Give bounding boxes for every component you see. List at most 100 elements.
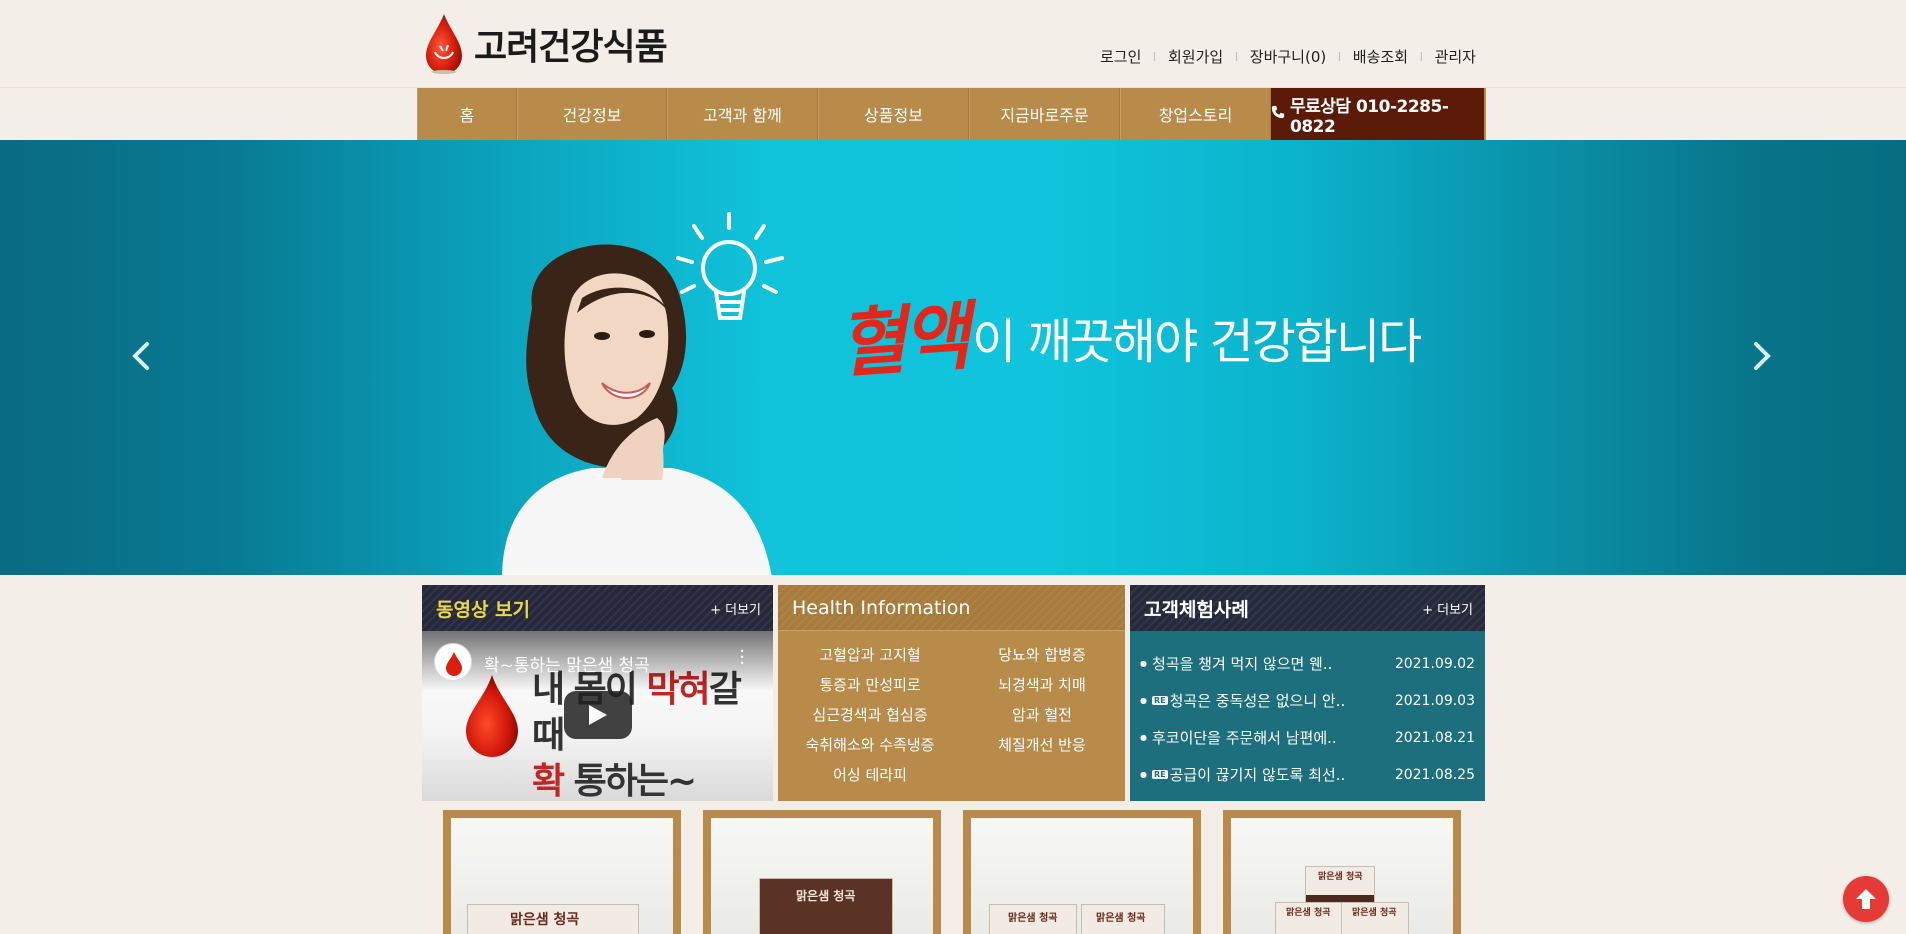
product-box: 맑은샘 청곡 <box>1341 902 1409 934</box>
review-date: 2021.09.03 <box>1394 692 1475 709</box>
product-label: 맑은샘 청곡 <box>1008 913 1058 924</box>
product-label: 맑은샘 청곡 <box>510 912 580 928</box>
hero-tagline: 이 깨끗해야 건강합니다 <box>972 314 1422 370</box>
health-topic-link[interactable]: 어싱 테라피 <box>778 764 962 785</box>
more-options-icon[interactable]: · · · <box>739 643 745 673</box>
play-button[interactable] <box>564 691 632 739</box>
video-more-link[interactable]: + 더보기 <box>710 599 761 618</box>
health-topic-link[interactable]: 통증과 만성피로 <box>778 674 962 695</box>
product-card[interactable]: 맑은샘 청곡 <box>443 810 681 934</box>
hero-headline: 혈액 이 깨끗해야 건강합니다 <box>835 294 1422 389</box>
main-nav: 홈 건강정보 고객과 함께 상품정보 지금바로주문 창업스토리 무료상담 010… <box>417 88 1486 140</box>
product-card[interactable]: 맑은샘 청곡 맑은샘 청곡 <box>963 810 1201 934</box>
product-image: 맑은샘 청곡 <box>711 818 933 934</box>
caption-text: 통하는~ <box>563 761 698 801</box>
health-panel-header: Health Information <box>778 585 1125 631</box>
slider-prev-button[interactable] <box>126 336 156 376</box>
review-title: 청곡을 챙겨 먹지 않으면 웬.. <box>1151 655 1333 673</box>
review-date: 2021.09.02 <box>1394 655 1475 672</box>
site-title: 고려건강식품 <box>474 27 668 68</box>
product-image: 맑은샘 청곡 맑은샘 청곡 <box>971 818 1193 934</box>
health-topic-link[interactable]: 체질개선 반응 <box>962 734 1122 755</box>
nav-item-with-customers[interactable]: 고객과 함께 <box>667 88 818 140</box>
review-panel-title: 고객체험사례 <box>1144 598 1249 621</box>
health-panel-title: Health Information <box>792 596 971 619</box>
bullet-icon: ● <box>1140 659 1147 668</box>
utility-links: 로그인 | 회원가입 | 장바구니(0) | 배송조회 | 관리자 <box>1100 46 1476 67</box>
lightbulb-icon <box>664 206 794 350</box>
video-panel: 동영상 보기 + 더보기 내 몸이 막혀갈 때 확 통하는~ 확~통하는 맑은샘… <box>422 585 773 801</box>
cart-link[interactable]: 장바구니(0) <box>1250 46 1326 67</box>
slider-next-button[interactable] <box>1747 336 1777 376</box>
phone-icon <box>1271 104 1285 124</box>
product-box: 맑은샘 청곡 <box>467 904 639 934</box>
product-box: 맑은샘 청곡 <box>989 904 1077 934</box>
video-player[interactable]: 내 몸이 막혀갈 때 확 통하는~ 확~통하는 맑은샘 청곡 ··· <box>422 631 773 801</box>
product-label: 맑은샘 청곡 <box>1318 872 1363 882</box>
blood-drop-logo-icon <box>422 12 466 76</box>
review-panel-header: 고객체험사례 + 더보기 <box>1130 585 1485 631</box>
admin-link[interactable]: 관리자 <box>1435 46 1476 67</box>
nav-item-founding-story[interactable]: 창업스토리 <box>1120 88 1271 140</box>
product-card[interactable]: 맑은샘 청곡 <box>703 810 941 934</box>
review-title: 청곡은 중독성은 없으니 안.. <box>1169 692 1346 710</box>
review-list: ● 청곡을 챙겨 먹지 않으면 웬.. 2021.09.02 ● RE 청곡은 중독성… <box>1130 631 1485 793</box>
product-box: 맑은샘 청곡 <box>1275 902 1343 934</box>
signup-link[interactable]: 회원가입 <box>1168 46 1223 67</box>
hero-highlight: 혈액 <box>835 293 970 389</box>
review-row[interactable]: ● 후코이단을 주문해서 남편에.. 2021.08.21 <box>1140 719 1475 756</box>
channel-avatar[interactable] <box>434 643 472 681</box>
video-panel-header: 동영상 보기 + 더보기 <box>422 585 773 631</box>
nav-item-product-info[interactable]: 상품정보 <box>818 88 969 140</box>
health-topic-link[interactable]: 심근경색과 협심증 <box>778 704 962 725</box>
product-label: 맑은샘 청곡 <box>1286 908 1331 918</box>
caption-highlight: 확 <box>532 761 565 801</box>
header: 고려건강식품 로그인 | 회원가입 | 장바구니(0) | 배송조회 | 관리자 <box>0 0 1906 88</box>
video-panel-title: 동영상 보기 <box>436 598 531 621</box>
product-label: 맑은샘 청곡 <box>1096 913 1146 924</box>
review-title: 후코이단을 주문해서 남편에.. <box>1151 729 1337 747</box>
product-label: 맑은샘 청곡 <box>1352 908 1397 918</box>
product-image: 맑은샘 청곡 <box>451 818 673 934</box>
divider: | <box>1234 51 1238 62</box>
review-title: 공급이 끊기지 않도록 최선.. <box>1169 766 1346 784</box>
health-topic-link[interactable]: 숙취해소와 수족냉증 <box>778 734 962 755</box>
health-topic-link[interactable]: 당뇨와 합병증 <box>962 644 1122 665</box>
reply-badge-icon: RE <box>1151 770 1168 779</box>
product-image: 맑은샘 청곡 맑은샘 청곡 맑은샘 청곡 <box>1231 818 1453 934</box>
bullet-icon: ● <box>1140 770 1147 779</box>
health-topic-link[interactable]: 암과 혈전 <box>962 704 1122 725</box>
divider: | <box>1153 51 1157 62</box>
arrow-up-icon <box>1856 889 1876 909</box>
review-more-link[interactable]: + 더보기 <box>1422 599 1473 618</box>
site-logo[interactable]: 고려건강식품 <box>422 12 668 76</box>
play-icon <box>589 705 607 725</box>
review-row[interactable]: ● 청곡을 챙겨 먹지 않으면 웬.. 2021.09.02 <box>1140 645 1475 682</box>
bullet-icon: ● <box>1140 733 1147 742</box>
video-title[interactable]: 확~통하는 맑은샘 청곡 <box>484 651 650 676</box>
hero-slider: 혈액 이 깨끗해야 건강합니다 <box>0 140 1906 575</box>
health-info-panel: Health Information 고혈압과 고지혈 당뇨와 합병증 통증과 … <box>778 585 1125 801</box>
product-box: 맑은샘 청곡 <box>759 878 893 934</box>
login-link[interactable]: 로그인 <box>1100 46 1141 67</box>
product-card[interactable]: 맑은샘 청곡 맑은샘 청곡 맑은샘 청곡 <box>1223 810 1461 934</box>
reply-badge-icon: RE <box>1151 696 1168 705</box>
nav-item-order-now[interactable]: 지금바로주문 <box>969 88 1120 140</box>
review-row[interactable]: ● RE 청곡은 중독성은 없으니 안.. 2021.09.03 <box>1140 682 1475 719</box>
divider: | <box>1337 51 1342 62</box>
free-consult-phone[interactable]: 무료상담 010-2285-0822 <box>1271 88 1484 140</box>
review-date: 2021.08.25 <box>1394 766 1475 783</box>
product-box: 맑은샘 청곡 <box>1081 904 1165 934</box>
product-box: 맑은샘 청곡 <box>1305 866 1375 906</box>
customer-review-panel: 고객체험사례 + 더보기 ● 청곡을 챙겨 먹지 않으면 웬.. 2021.09.… <box>1130 585 1485 801</box>
health-topic-link[interactable]: 뇌경색과 치매 <box>962 674 1122 695</box>
nav-item-health-info[interactable]: 건강정보 <box>517 88 667 140</box>
divider: | <box>1419 51 1423 62</box>
shipping-link[interactable]: 배송조회 <box>1353 46 1408 67</box>
nav-item-home[interactable]: 홈 <box>417 88 517 140</box>
scroll-to-top-button[interactable] <box>1843 876 1889 922</box>
consult-label: 무료상담 010-2285-0822 <box>1290 96 1449 137</box>
health-topic-list: 고혈압과 고지혈 당뇨와 합병증 통증과 만성피로 뇌경색과 치매 심근경색과 … <box>778 631 1125 785</box>
health-topic-link[interactable]: 고혈압과 고지혈 <box>778 644 962 665</box>
review-row[interactable]: ● RE 공급이 끊기지 않도록 최선.. 2021.08.25 <box>1140 756 1475 793</box>
